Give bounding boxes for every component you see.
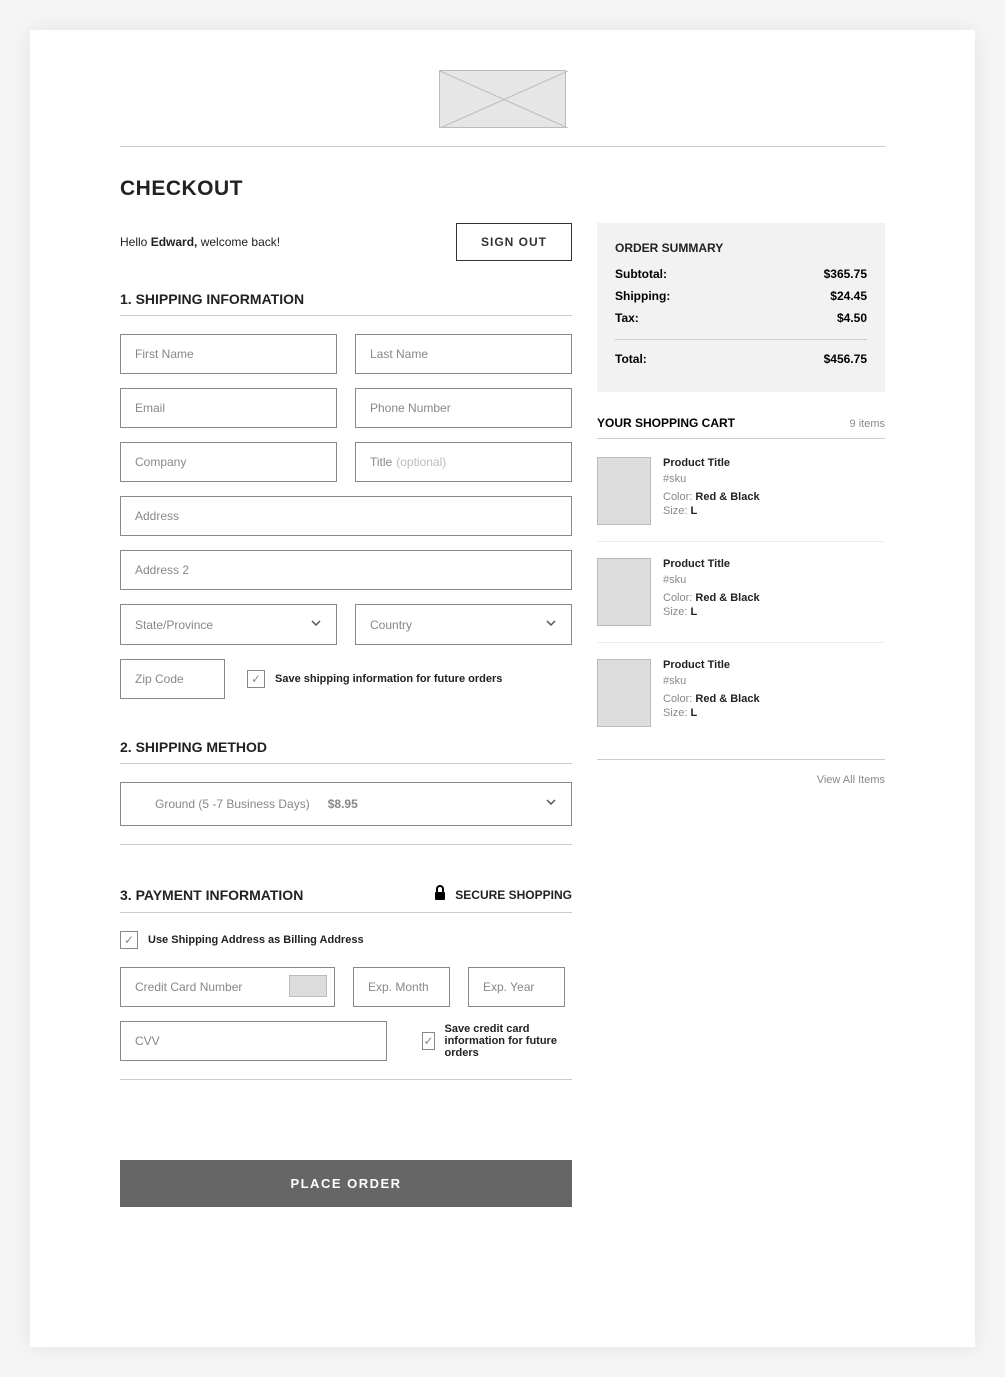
product-sku: #sku bbox=[663, 473, 760, 485]
exp-month-input[interactable] bbox=[353, 967, 450, 1007]
lock-icon bbox=[433, 885, 447, 904]
product-color: Color: Red & Black bbox=[663, 592, 760, 604]
product-size: Size: L bbox=[663, 606, 760, 618]
address-input[interactable] bbox=[120, 496, 572, 536]
shipping-row: Shipping:$24.45 bbox=[615, 289, 867, 303]
address2-input[interactable] bbox=[120, 550, 572, 590]
place-order-button[interactable]: PLACE ORDER bbox=[120, 1160, 572, 1207]
product-title: Product Title bbox=[663, 659, 760, 671]
sign-out-button[interactable]: SIGN OUT bbox=[456, 223, 572, 261]
chevron-down-icon bbox=[545, 617, 557, 632]
card-brand-icon bbox=[289, 975, 327, 997]
product-title: Product Title bbox=[663, 558, 760, 570]
first-name-input[interactable] bbox=[120, 334, 337, 374]
phone-input[interactable] bbox=[355, 388, 572, 428]
order-summary: ORDER SUMMARY Subtotal:$365.75 Shipping:… bbox=[597, 223, 885, 392]
cart-item[interactable]: Product Title #sku Color: Red & Black Si… bbox=[597, 457, 885, 542]
product-sku: #sku bbox=[663, 675, 760, 687]
product-sku: #sku bbox=[663, 574, 760, 586]
title-input[interactable]: Title (optional) bbox=[355, 442, 572, 482]
use-shipping-as-billing-label: Use Shipping Address as Billing Address bbox=[148, 934, 364, 946]
subtotal-row: Subtotal:$365.75 bbox=[615, 267, 867, 281]
save-shipping-checkbox[interactable]: ✓ bbox=[247, 670, 265, 688]
shipping-method-heading: 2. SHIPPING METHOD bbox=[120, 739, 572, 764]
chevron-down-icon bbox=[545, 795, 557, 813]
page-title: CHECKOUT bbox=[120, 177, 885, 201]
last-name-input[interactable] bbox=[355, 334, 572, 374]
product-thumbnail bbox=[597, 659, 651, 727]
save-cc-label: Save credit card information for future … bbox=[445, 1023, 572, 1059]
save-cc-checkbox[interactable]: ✓ bbox=[422, 1032, 434, 1050]
cart-item[interactable]: Product Title #sku Color: Red & Black Si… bbox=[597, 659, 885, 743]
state-select[interactable]: State/Province bbox=[120, 604, 337, 645]
header bbox=[120, 70, 885, 147]
cart-item-count: 9 items bbox=[850, 418, 885, 430]
product-thumbnail bbox=[597, 558, 651, 626]
logo-placeholder bbox=[439, 70, 566, 128]
save-shipping-label: Save shipping information for future ord… bbox=[275, 673, 502, 685]
product-size: Size: L bbox=[663, 505, 760, 517]
product-color: Color: Red & Black bbox=[663, 491, 760, 503]
product-color: Color: Red & Black bbox=[663, 693, 760, 705]
payment-info-heading: 3. PAYMENT INFORMATION SECURE SHOPPING bbox=[120, 885, 572, 913]
product-thumbnail bbox=[597, 457, 651, 525]
tax-row: Tax:$4.50 bbox=[615, 311, 867, 325]
cvv-input[interactable] bbox=[120, 1021, 387, 1061]
total-row: Total:$456.75 bbox=[615, 352, 867, 366]
view-all-items-link[interactable]: View All Items bbox=[817, 774, 885, 786]
email-input[interactable] bbox=[120, 388, 337, 428]
shipping-method-select[interactable]: Ground (5 -7 Business Days) $8.95 bbox=[120, 782, 572, 826]
cart-header: YOUR SHOPPING CART 9 items bbox=[597, 416, 885, 439]
use-shipping-as-billing-checkbox[interactable]: ✓ bbox=[120, 931, 138, 949]
company-input[interactable] bbox=[120, 442, 337, 482]
order-summary-title: ORDER SUMMARY bbox=[615, 241, 867, 255]
country-select[interactable]: Country bbox=[355, 604, 572, 645]
chevron-down-icon bbox=[310, 617, 322, 632]
cart-item[interactable]: Product Title #sku Color: Red & Black Si… bbox=[597, 558, 885, 643]
zip-input[interactable] bbox=[120, 659, 225, 699]
product-size: Size: L bbox=[663, 707, 760, 719]
product-title: Product Title bbox=[663, 457, 760, 469]
exp-year-input[interactable] bbox=[468, 967, 565, 1007]
greeting-text: Hello Edward, welcome back! bbox=[120, 235, 280, 249]
shipping-info-heading: 1. SHIPPING INFORMATION bbox=[120, 291, 572, 316]
